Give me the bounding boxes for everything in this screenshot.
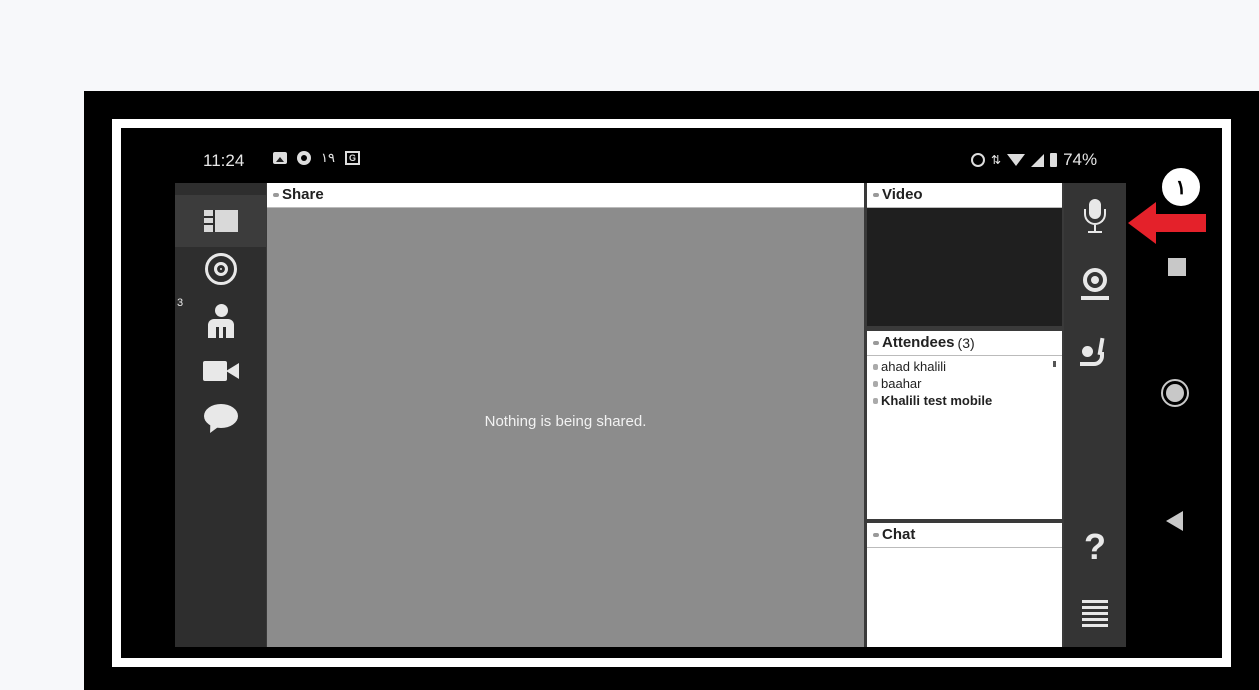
- pod-menu-icon: [273, 193, 279, 197]
- attendee-name: baahar: [881, 376, 922, 391]
- right-rail: ?: [1064, 183, 1126, 647]
- video-pod-title: Video: [882, 186, 923, 203]
- share-pod: Share Nothing is being shared.: [267, 183, 864, 647]
- chrome-icon: [297, 151, 311, 165]
- alarm-icon: [971, 153, 985, 167]
- left-rail: 3: [175, 183, 266, 647]
- attendee-name: ahad khalili: [881, 359, 947, 374]
- annotation-arrow-icon: [1128, 202, 1206, 244]
- video-pod-header[interactable]: Video: [867, 183, 1062, 208]
- status-notification-icons: ۱۹ G: [273, 150, 360, 166]
- attendees-pod-title: Attendees: [882, 334, 955, 351]
- attendees-icon: [204, 304, 238, 338]
- battery-icon: [1050, 153, 1058, 167]
- chat-pod-header[interactable]: Chat: [867, 523, 1062, 548]
- attendees-scroll-handle[interactable]: [1053, 361, 1056, 367]
- webcam-button[interactable]: [1064, 263, 1126, 307]
- help-button[interactable]: ?: [1064, 525, 1126, 569]
- chat-pod: Chat: [867, 523, 1062, 647]
- status-time: 11:24: [203, 151, 245, 170]
- pod-menu-icon: [873, 341, 879, 345]
- attendee-role-icon: [873, 397, 878, 404]
- attendees-pod: Attendees (3) ahad khalili baahar Khalil…: [867, 331, 1062, 519]
- rail-item-chat[interactable]: [175, 393, 266, 445]
- status-system-icons: ⇅ 74%: [971, 150, 1097, 170]
- video-pod: Video: [867, 183, 1062, 326]
- rail-item-layouts[interactable]: [175, 195, 266, 247]
- signal-icon: [1031, 153, 1045, 167]
- meeting-app: 3 Share Nothing is being shared. Video A…: [175, 183, 1126, 647]
- home-button[interactable]: [1161, 379, 1189, 407]
- notification-number: ۱۹: [321, 150, 335, 165]
- pod-menu-icon: [873, 193, 879, 197]
- broadcast-icon: [204, 253, 237, 285]
- rail-item-broadcast[interactable]: [175, 243, 266, 295]
- attendee-row[interactable]: ahad khalili: [873, 358, 1062, 375]
- attendee-row[interactable]: Khalili test mobile: [873, 392, 1062, 409]
- chat-pod-title: Chat: [882, 526, 916, 543]
- menu-button[interactable]: [1064, 593, 1126, 633]
- attendee-row[interactable]: baahar: [873, 375, 1062, 392]
- attendee-list: ahad khalili baahar Khalili test mobile: [867, 356, 1062, 409]
- share-pod-title: Share: [282, 186, 324, 203]
- menu-icon: [1082, 599, 1108, 627]
- translate-icon: G: [344, 151, 360, 165]
- gallery-icon: [273, 152, 287, 164]
- attendees-count: (3): [957, 335, 975, 351]
- chat-bubble-icon: [203, 404, 238, 436]
- rail-item-video[interactable]: [175, 345, 266, 397]
- phone-screen: 11:24 ۱۹ G ⇅ 74% 3 Share Nothing is bein…: [121, 128, 1222, 658]
- help-icon: ?: [1084, 526, 1106, 567]
- back-button[interactable]: [1166, 511, 1183, 531]
- wifi-icon: [1007, 154, 1026, 166]
- battery-percent: 74%: [1063, 150, 1098, 169]
- recents-button[interactable]: [1168, 258, 1186, 276]
- data-arrows-icon: ⇅: [991, 153, 1002, 167]
- camera-icon: [202, 361, 239, 381]
- attendee-name: Khalili test mobile: [881, 393, 993, 408]
- microphone-button[interactable]: [1064, 195, 1126, 239]
- raise-hand-button[interactable]: [1064, 333, 1126, 373]
- layout-icon: [203, 210, 238, 232]
- attendee-role-icon: [873, 363, 878, 370]
- arrow-shape: [1128, 202, 1206, 244]
- microphone-icon: [1083, 199, 1107, 235]
- pod-menu-icon: [873, 533, 879, 537]
- webcam-icon: [1081, 268, 1109, 302]
- attendees-pod-header[interactable]: Attendees (3): [867, 331, 1062, 356]
- raise-hand-icon: [1080, 337, 1110, 368]
- rail-item-attendees[interactable]: [175, 295, 266, 347]
- attendee-role-icon: [873, 380, 878, 387]
- share-pod-header[interactable]: Share: [267, 183, 864, 208]
- share-empty-message: Nothing is being shared.: [484, 413, 647, 430]
